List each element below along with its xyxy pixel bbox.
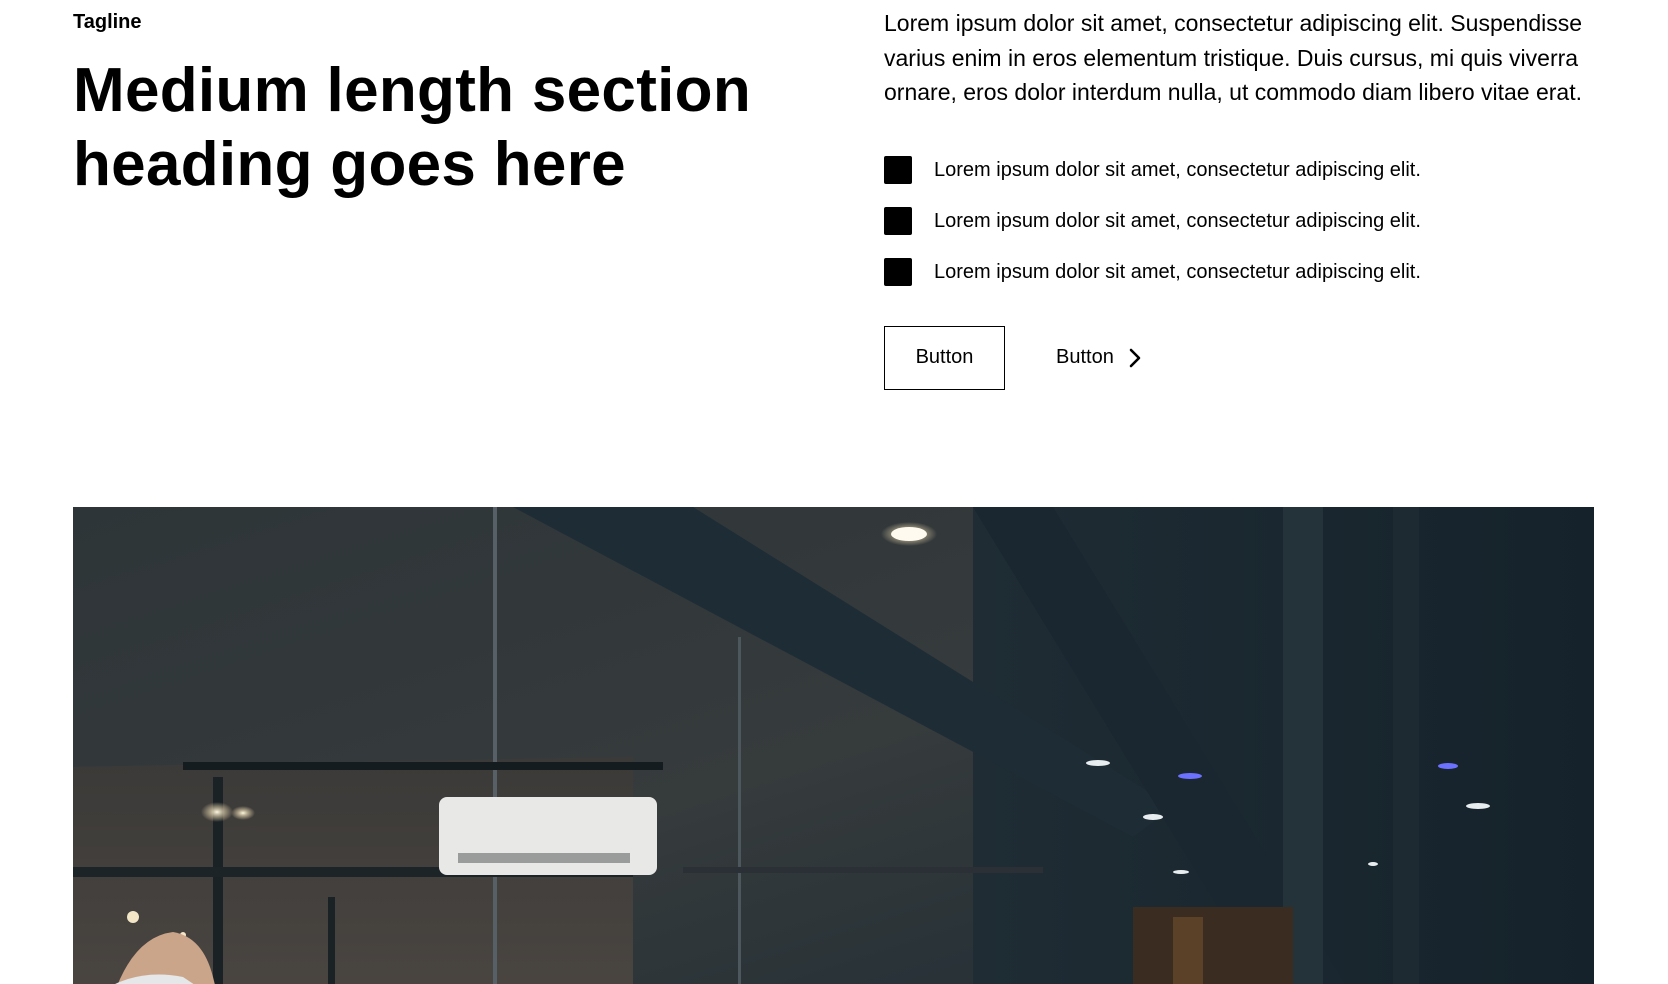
content-column: Lorem ipsum dolor sit amet, consectetur … — [884, 6, 1604, 390]
section-heading: Medium length section heading goes here — [73, 54, 773, 202]
list-item-text: Lorem ipsum dolor sit amet, consectetur … — [934, 158, 1421, 181]
office-interior-photo — [73, 507, 1594, 984]
list-item: Lorem ipsum dolor sit amet, consectetur … — [884, 206, 1604, 235]
actions: Button Button — [884, 325, 1604, 390]
header-column: Tagline Medium length section heading go… — [73, 10, 773, 202]
secondary-link-button[interactable]: Button — [1056, 346, 1142, 369]
page: Tagline Medium length section heading go… — [0, 0, 1668, 984]
list-item: Lorem ipsum dolor sit amet, consectetur … — [884, 155, 1604, 184]
square-bullet-icon — [884, 206, 912, 235]
intro-paragraph: Lorem ipsum dolor sit amet, consectetur … — [884, 10, 1583, 105]
hero-image — [73, 507, 1594, 984]
section-heading-line-1: Medium length section — [73, 56, 752, 125]
chevron-right-icon — [1129, 348, 1141, 367]
list-item-text: Lorem ipsum dolor sit amet, consectetur … — [934, 209, 1421, 232]
tagline: Tagline — [73, 11, 142, 33]
square-bullet-icon — [884, 257, 912, 286]
list-item: Lorem ipsum dolor sit amet, consectetur … — [884, 257, 1604, 286]
primary-button[interactable]: Button — [884, 325, 1005, 390]
section-heading-line-2: heading goes here — [73, 130, 626, 199]
feature-list: Lorem ipsum dolor sit amet, consectetur … — [884, 155, 1604, 286]
list-item-text: Lorem ipsum dolor sit amet, consectetur … — [934, 260, 1421, 283]
square-bullet-icon — [884, 155, 912, 184]
secondary-button-label: Button — [1056, 346, 1114, 368]
